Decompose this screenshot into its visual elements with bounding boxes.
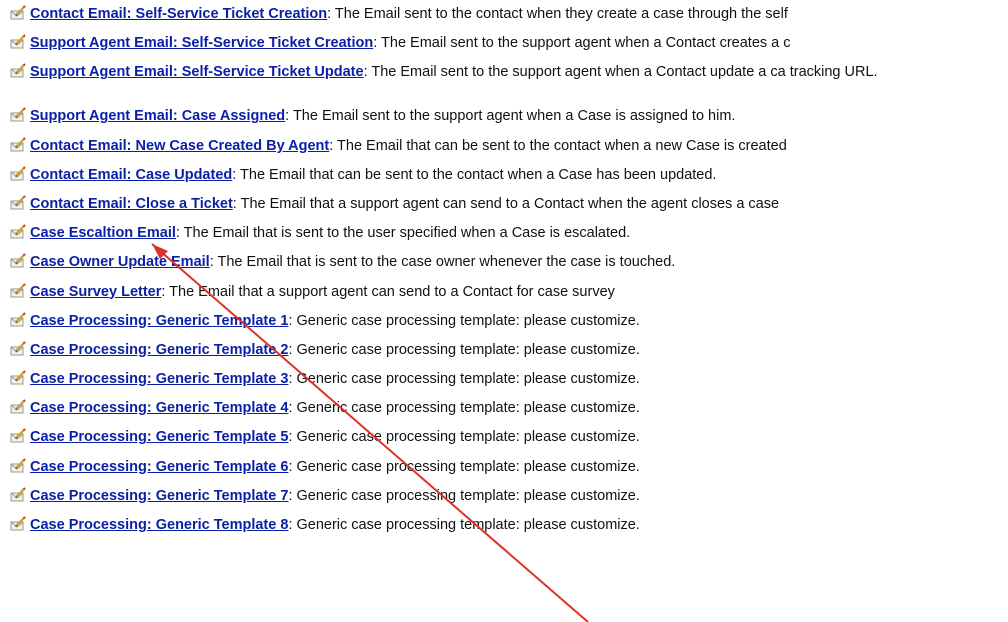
template-link[interactable]: Case Processing: Generic Template 8 bbox=[30, 517, 288, 533]
template-link[interactable]: Case Processing: Generic Template 2 bbox=[30, 342, 288, 358]
template-link[interactable]: Case Processing: Generic Template 5 bbox=[30, 429, 288, 445]
template-link[interactable]: Case Processing: Generic Template 4 bbox=[30, 400, 288, 416]
template-description: The Email sent to the support agent when… bbox=[289, 108, 736, 125]
envelope-pencil-icon bbox=[10, 368, 26, 385]
template-description: The Email that can be sent to the contac… bbox=[333, 137, 787, 154]
template-link[interactable]: Case Processing: Generic Template 3 bbox=[30, 371, 288, 387]
envelope-pencil-icon bbox=[10, 164, 26, 181]
envelope-pencil-icon bbox=[10, 105, 26, 122]
template-description: Generic case processing template: please… bbox=[292, 312, 640, 329]
template-list-item: Case Processing: Generic Template 3: Gen… bbox=[10, 365, 1008, 394]
envelope-pencil-icon bbox=[10, 426, 26, 443]
template-description: The Email that can be sent to the contac… bbox=[236, 166, 717, 183]
envelope-pencil-icon bbox=[10, 222, 26, 239]
template-link[interactable]: Case Processing: Generic Template 1 bbox=[30, 313, 288, 329]
template-link[interactable]: Case Processing: Generic Template 6 bbox=[30, 459, 288, 475]
envelope-pencil-icon bbox=[10, 32, 26, 49]
template-description: Generic case processing template: please… bbox=[292, 371, 640, 388]
template-link[interactable]: Case Escaltion Email bbox=[30, 225, 176, 241]
template-description: Generic case processing template: please… bbox=[292, 458, 640, 475]
template-description: The Email that a support agent can send … bbox=[236, 195, 780, 212]
email-template-list: Contact Email: Self-Service Ticket Creat… bbox=[10, 0, 1008, 540]
template-list-item: Case Processing: Generic Template 8: Gen… bbox=[10, 511, 1008, 540]
template-list-item: Contact Email: Close a Ticket: The Email… bbox=[10, 190, 1008, 219]
envelope-pencil-icon bbox=[10, 310, 26, 327]
template-description: Generic case processing template: please… bbox=[292, 487, 640, 504]
template-link[interactable]: Contact Email: New Case Created By Agent bbox=[30, 138, 329, 154]
template-description: The Email that a support agent can send … bbox=[165, 283, 615, 300]
template-description: The Email sent to the contact when they … bbox=[331, 6, 788, 22]
template-link[interactable]: Case Survey Letter bbox=[30, 284, 161, 300]
template-description: Generic case processing template: please… bbox=[292, 400, 640, 417]
template-list-item: Case Processing: Generic Template 2: Gen… bbox=[10, 336, 1008, 365]
template-list-item: Case Survey Letter: The Email that a sup… bbox=[10, 278, 1008, 307]
template-link[interactable]: Case Processing: Generic Template 7 bbox=[30, 488, 288, 504]
envelope-pencil-icon bbox=[10, 135, 26, 152]
envelope-pencil-icon bbox=[10, 339, 26, 356]
template-description: Generic case processing template: please… bbox=[292, 341, 640, 358]
template-link[interactable]: Case Owner Update Email bbox=[30, 254, 210, 270]
template-link[interactable]: Contact Email: Close a Ticket bbox=[30, 196, 233, 212]
template-list-item: Case Processing: Generic Template 1: Gen… bbox=[10, 307, 1008, 336]
template-list-item: Contact Email: New Case Created By Agent… bbox=[10, 132, 1008, 161]
template-list-item: Support Agent Email: Self-Service Ticket… bbox=[10, 29, 1008, 58]
template-list-item: Case Processing: Generic Template 6: Gen… bbox=[10, 453, 1008, 482]
envelope-pencil-icon bbox=[10, 3, 26, 20]
envelope-pencil-icon bbox=[10, 397, 26, 414]
template-list-item: Case Processing: Generic Template 7: Gen… bbox=[10, 482, 1008, 511]
template-list-item: Case Processing: Generic Template 4: Gen… bbox=[10, 394, 1008, 423]
envelope-pencil-icon bbox=[10, 456, 26, 473]
template-list-item: Case Processing: Generic Template 5: Gen… bbox=[10, 423, 1008, 452]
template-description: The Email that is sent to the case owner… bbox=[213, 254, 676, 271]
template-description: The Email that is sent to the user speci… bbox=[179, 225, 631, 242]
template-description: The Email sent to the support agent when… bbox=[377, 35, 791, 52]
template-link[interactable]: Support Agent Email: Self-Service Ticket… bbox=[30, 35, 373, 51]
template-link[interactable]: Support Agent Email: Self-Service Ticket… bbox=[30, 64, 364, 80]
template-list-item: Contact Email: Case Updated: The Email t… bbox=[10, 161, 1008, 190]
template-link[interactable]: Support Agent Email: Case Assigned bbox=[30, 108, 285, 124]
envelope-pencil-icon bbox=[10, 193, 26, 210]
envelope-pencil-icon bbox=[10, 251, 26, 268]
envelope-pencil-icon bbox=[10, 485, 26, 502]
template-description: Generic case processing template: please… bbox=[292, 517, 640, 533]
template-list-item: Case Escaltion Email: The Email that is … bbox=[10, 219, 1008, 248]
template-description: The Email sent to the support agent when… bbox=[367, 64, 878, 81]
template-list-item: Support Agent Email: Case Assigned: The … bbox=[10, 102, 1008, 131]
template-link[interactable]: Contact Email: Self-Service Ticket Creat… bbox=[30, 6, 327, 22]
template-link[interactable]: Contact Email: Case Updated bbox=[30, 167, 232, 183]
template-description: Generic case processing template: please… bbox=[292, 429, 640, 446]
envelope-pencil-icon bbox=[10, 63, 26, 79]
envelope-pencil-icon bbox=[10, 281, 26, 297]
template-list-item: Contact Email: Self-Service Ticket Creat… bbox=[10, 0, 1008, 29]
envelope-pencil-icon bbox=[10, 514, 26, 531]
template-list-item: Case Owner Update Email: The Email that … bbox=[10, 248, 1008, 277]
template-list-item: Support Agent Email: Self-Service Ticket… bbox=[10, 58, 1008, 102]
